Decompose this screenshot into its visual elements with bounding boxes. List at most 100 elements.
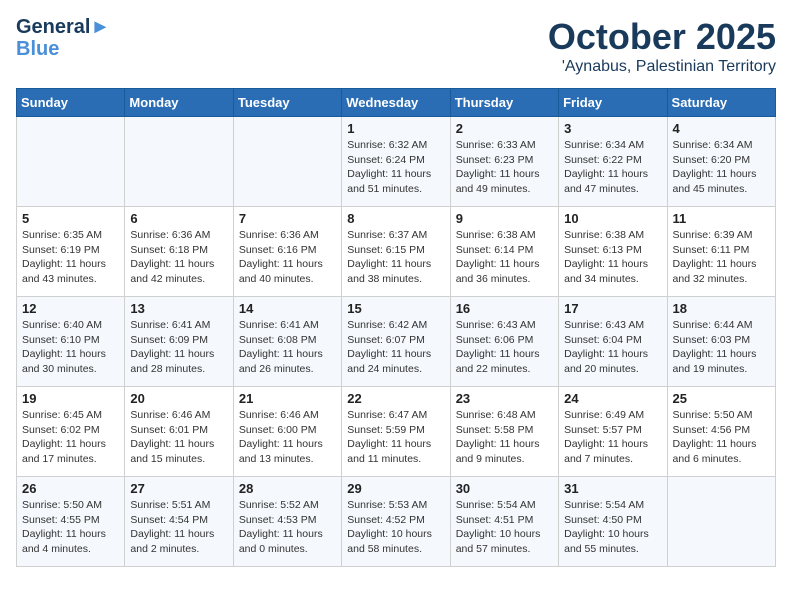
day-info: Sunrise: 5:51 AMSunset: 4:54 PMDaylight:… xyxy=(130,498,227,557)
location-title: 'Aynabus, Palestinian Territory xyxy=(548,58,776,76)
day-number: 22 xyxy=(347,391,444,406)
month-title: October 2025 xyxy=(548,16,776,58)
day-number: 14 xyxy=(239,301,336,316)
col-wednesday: Wednesday xyxy=(342,89,450,117)
table-row: 16Sunrise: 6:43 AMSunset: 6:06 PMDayligh… xyxy=(450,297,558,387)
table-row: 6 Sunrise: 6:36 AMSunset: 6:18 PMDaylight… xyxy=(125,207,233,297)
day-info: Sunrise: 6:39 AMSunset: 6:11 PMDaylight:… xyxy=(673,228,770,287)
day-number: 15 xyxy=(347,301,444,316)
day-number: 17 xyxy=(564,301,661,316)
table-row: 12 Sunrise: 6:40 AMSunset: 6:10 PMDayligh… xyxy=(17,297,125,387)
day-info: Sunrise: 6:49 AMSunset: 5:57 PMDaylight:… xyxy=(564,408,661,467)
calendar-week-row: 26Sunrise: 5:50 AMSunset: 4:55 PMDayligh… xyxy=(17,477,776,567)
calendar-week-row: 5 Sunrise: 6:35 AMSunset: 6:19 PMDaylight… xyxy=(17,207,776,297)
table-row: 2 Sunrise: 6:33 AMSunset: 6:23 PMDaylight… xyxy=(450,117,558,207)
day-info: Sunrise: 6:46 AMSunset: 6:00 PMDaylight:… xyxy=(239,408,336,467)
table-row: 15 Sunrise: 6:42 AMSunset: 6:07 PMDayligh… xyxy=(342,297,450,387)
day-info: Sunrise: 6:43 AMSunset: 6:06 PMDaylight:… xyxy=(456,318,553,377)
col-friday: Friday xyxy=(559,89,667,117)
day-info: Sunrise: 5:52 AMSunset: 4:53 PMDaylight:… xyxy=(239,498,336,557)
table-row: 4Sunrise: 6:34 AMSunset: 6:20 PMDaylight… xyxy=(667,117,775,207)
day-number: 30 xyxy=(456,481,553,496)
day-info: Sunrise: 6:36 AMSunset: 6:16 PMDaylight:… xyxy=(239,228,336,287)
day-info: Sunrise: 6:38 AMSunset: 6:14 PMDaylight:… xyxy=(456,228,553,287)
table-row: 7 Sunrise: 6:36 AMSunset: 6:16 PMDaylight… xyxy=(233,207,341,297)
day-info: Sunrise: 6:36 AMSunset: 6:18 PMDaylight:… xyxy=(130,228,227,287)
day-info: Sunrise: 6:40 AMSunset: 6:10 PMDaylight:… xyxy=(22,318,119,377)
day-info: Sunrise: 6:41 AMSunset: 6:08 PMDaylight:… xyxy=(239,318,336,377)
col-tuesday: Tuesday xyxy=(233,89,341,117)
day-number: 29 xyxy=(347,481,444,496)
table-row: 24 Sunrise: 6:49 AMSunset: 5:57 PMDayligh… xyxy=(559,387,667,477)
day-number: 31 xyxy=(564,481,661,496)
table-row: 5 Sunrise: 6:35 AMSunset: 6:19 PMDaylight… xyxy=(17,207,125,297)
table-row: 17Sunrise: 6:43 AMSunset: 6:04 PMDayligh… xyxy=(559,297,667,387)
table-row: 1 Sunrise: 6:32 AMSunset: 6:24 PMDaylight… xyxy=(342,117,450,207)
day-info: Sunrise: 6:33 AMSunset: 6:23 PMDaylight:… xyxy=(456,138,553,197)
day-info: Sunrise: 5:54 AMSunset: 4:50 PMDaylight:… xyxy=(564,498,661,557)
logo-text: General► xyxy=(16,16,110,38)
day-info: Sunrise: 6:44 AMSunset: 6:03 PMDaylight:… xyxy=(673,318,770,377)
col-thursday: Thursday xyxy=(450,89,558,117)
table-row: 21 Sunrise: 6:46 AMSunset: 6:00 PMDayligh… xyxy=(233,387,341,477)
day-info: Sunrise: 6:41 AMSunset: 6:09 PMDaylight:… xyxy=(130,318,227,377)
table-row: 23 Sunrise: 6:48 AMSunset: 5:58 PMDayligh… xyxy=(450,387,558,477)
day-number: 24 xyxy=(564,391,661,406)
day-number: 28 xyxy=(239,481,336,496)
day-number: 7 xyxy=(239,211,336,226)
calendar-week-row: 19Sunrise: 6:45 AMSunset: 6:02 PMDayligh… xyxy=(17,387,776,477)
day-number: 9 xyxy=(456,211,553,226)
table-row xyxy=(667,477,775,567)
day-number: 5 xyxy=(22,211,119,226)
calendar-week-row: 1 Sunrise: 6:32 AMSunset: 6:24 PMDaylight… xyxy=(17,117,776,207)
day-info: Sunrise: 5:50 AMSunset: 4:56 PMDaylight:… xyxy=(673,408,770,467)
table-row: 11Sunrise: 6:39 AMSunset: 6:11 PMDayligh… xyxy=(667,207,775,297)
day-number: 27 xyxy=(130,481,227,496)
day-info: Sunrise: 6:32 AMSunset: 6:24 PMDaylight:… xyxy=(347,138,444,197)
day-info: Sunrise: 6:38 AMSunset: 6:13 PMDaylight:… xyxy=(564,228,661,287)
table-row: 9 Sunrise: 6:38 AMSunset: 6:14 PMDaylight… xyxy=(450,207,558,297)
day-number: 2 xyxy=(456,121,553,136)
table-row: 22 Sunrise: 6:47 AMSunset: 5:59 PMDayligh… xyxy=(342,387,450,477)
day-number: 20 xyxy=(130,391,227,406)
day-info: Sunrise: 6:42 AMSunset: 6:07 PMDaylight:… xyxy=(347,318,444,377)
day-number: 21 xyxy=(239,391,336,406)
table-row: 18Sunrise: 6:44 AMSunset: 6:03 PMDayligh… xyxy=(667,297,775,387)
table-row: 10 Sunrise: 6:38 AMSunset: 6:13 PMDayligh… xyxy=(559,207,667,297)
day-number: 8 xyxy=(347,211,444,226)
day-number: 6 xyxy=(130,211,227,226)
logo: General► Blue xyxy=(16,16,110,60)
table-row: 20 Sunrise: 6:46 AMSunset: 6:01 PMDayligh… xyxy=(125,387,233,477)
day-info: Sunrise: 6:46 AMSunset: 6:01 PMDaylight:… xyxy=(130,408,227,467)
table-row: 8Sunrise: 6:37 AMSunset: 6:15 PMDaylight… xyxy=(342,207,450,297)
table-row: 26Sunrise: 5:50 AMSunset: 4:55 PMDayligh… xyxy=(17,477,125,567)
col-sunday: Sunday xyxy=(17,89,125,117)
day-number: 13 xyxy=(130,301,227,316)
table-row: 14 Sunrise: 6:41 AMSunset: 6:08 PMDayligh… xyxy=(233,297,341,387)
page-header: General► Blue October 2025 'Aynabus, Pal… xyxy=(16,16,776,76)
day-number: 3 xyxy=(564,121,661,136)
table-row: 31 Sunrise: 5:54 AMSunset: 4:50 PMDayligh… xyxy=(559,477,667,567)
day-number: 19 xyxy=(22,391,119,406)
day-number: 10 xyxy=(564,211,661,226)
day-number: 23 xyxy=(456,391,553,406)
table-row: 3Sunrise: 6:34 AMSunset: 6:22 PMDaylight… xyxy=(559,117,667,207)
day-info: Sunrise: 6:47 AMSunset: 5:59 PMDaylight:… xyxy=(347,408,444,467)
table-row: 29 Sunrise: 5:53 AMSunset: 4:52 PMDayligh… xyxy=(342,477,450,567)
col-saturday: Saturday xyxy=(667,89,775,117)
day-info: Sunrise: 5:54 AMSunset: 4:51 PMDaylight:… xyxy=(456,498,553,557)
logo-blue: Blue xyxy=(16,38,59,60)
col-monday: Monday xyxy=(125,89,233,117)
day-info: Sunrise: 5:53 AMSunset: 4:52 PMDaylight:… xyxy=(347,498,444,557)
calendar-header-row: Sunday Monday Tuesday Wednesday Thursday… xyxy=(17,89,776,117)
day-info: Sunrise: 6:48 AMSunset: 5:58 PMDaylight:… xyxy=(456,408,553,467)
table-row: 30 Sunrise: 5:54 AMSunset: 4:51 PMDayligh… xyxy=(450,477,558,567)
table-row: 19Sunrise: 6:45 AMSunset: 6:02 PMDayligh… xyxy=(17,387,125,477)
table-row xyxy=(125,117,233,207)
day-number: 12 xyxy=(22,301,119,316)
table-row xyxy=(233,117,341,207)
table-row: 25Sunrise: 5:50 AMSunset: 4:56 PMDayligh… xyxy=(667,387,775,477)
day-info: Sunrise: 6:34 AMSunset: 6:20 PMDaylight:… xyxy=(673,138,770,197)
day-number: 1 xyxy=(347,121,444,136)
day-info: Sunrise: 6:35 AMSunset: 6:19 PMDaylight:… xyxy=(22,228,119,287)
